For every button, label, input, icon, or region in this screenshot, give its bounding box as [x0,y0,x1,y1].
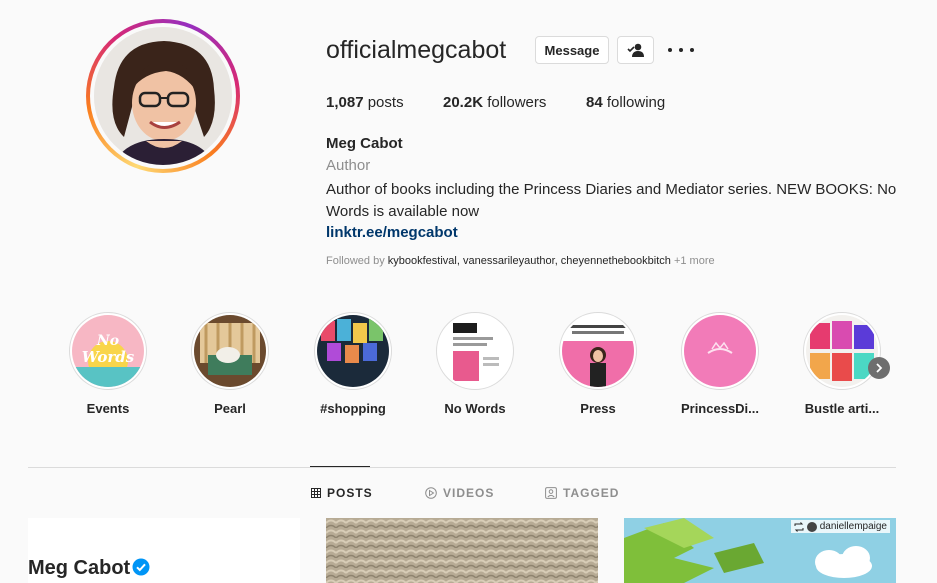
tab-tagged[interactable]: TAGGED [545,486,619,500]
highlight-pearl[interactable]: Pearl [175,312,285,416]
avatar[interactable] [94,27,232,165]
following-count: 84 [586,94,603,111]
following-button[interactable] [617,36,654,64]
followers-label: followers [487,94,547,111]
post-title-text: Meg Cabot [28,557,131,579]
highlight-ring: No Words [69,312,147,390]
highlight-no-words[interactable]: No Words [420,312,530,416]
posts-count: 1,087 [326,94,364,111]
highlight-label: Events [86,401,130,416]
highlight-label: Press [580,401,616,416]
verified-badge-icon [132,558,150,576]
followed-by-names[interactable]: kybookfestival, vanessarileyauthor, chey… [388,255,671,267]
no-words-cover-icon: No Words [72,315,144,387]
highlight-label: #shopping [320,401,386,416]
highlights-next-button[interactable] [868,357,890,379]
following-stat[interactable]: 84 following [586,94,665,111]
dot-icon [679,48,683,52]
highlight-press[interactable]: Press [543,312,653,416]
profile-avatar-ring[interactable] [86,19,240,173]
dot-icon [690,48,694,52]
highlight-label: PrincessDi... [680,401,760,416]
tag-icon [545,487,557,499]
highlight-shopping[interactable]: #shopping [298,312,408,416]
highlight-events[interactable]: No Words Events [53,312,163,416]
tab-label: POSTS [327,486,373,500]
more-options-button[interactable] [668,40,694,60]
followed-by-prefix: Followed by [326,255,385,267]
username: officialmegcabot [326,36,507,64]
highlight-label: Pearl [214,401,246,416]
chevron-right-icon [876,363,883,373]
category-label: Author [326,157,371,174]
tab-label: VIDEOS [443,486,495,500]
highlight-label: Bustle arti... [804,401,880,416]
message-button[interactable]: Message [535,36,609,64]
play-icon [425,487,437,499]
dot-icon [668,48,672,52]
highlight-princess-diaries[interactable]: PrincessDi... [665,312,775,416]
post-tile[interactable]: daniellempaige [624,518,896,583]
press-article-icon [562,315,634,387]
tab-videos[interactable]: VIDEOS [425,486,494,500]
repost-tag: daniellempaige [790,520,890,533]
highlight-ring [436,312,514,390]
highlight-ring [803,312,881,390]
highlight-ring [191,312,269,390]
followers-stat[interactable]: 20.2K followers [443,94,546,111]
posts-count-stat: 1,087 posts [326,94,404,111]
shop-online-icon [317,315,389,387]
followed-by[interactable]: Followed by kybookfestival, vanessariley… [326,255,715,267]
followed-by-more[interactable]: +1 more [674,255,715,267]
tabs-divider [28,467,896,468]
svg-text:Words: Words [82,348,135,366]
svg-text:No: No [96,333,119,349]
grid-icon [311,488,321,498]
highlight-ring [314,312,392,390]
avatar-photo [94,27,232,165]
followers-count: 20.2K [443,94,484,111]
post-tile[interactable]: Meg Cabot [28,518,300,583]
user-avatar-icon [806,521,817,532]
active-tab-indicator [310,466,370,467]
highlight-label: No Words [444,401,506,416]
bio-link[interactable]: linktr.ee/megcabot [326,224,458,241]
post-tile[interactable] [326,518,598,583]
dog-on-chair-icon [194,315,266,387]
highlight-ring [681,312,759,390]
posts-label: posts [367,94,404,111]
princess-pink-icon [684,315,756,387]
book-cover-icon [439,315,511,387]
woven-texture-image [326,518,598,583]
full-name: Meg Cabot [326,135,403,152]
tab-label: TAGGED [563,486,620,500]
bustle-collage-icon [806,315,878,387]
repost-username: daniellempaige [819,521,887,532]
user-check-icon [626,43,644,57]
tab-posts[interactable]: POSTS [311,486,373,500]
bio-text: Author of books including the Princess D… [326,181,897,220]
highlight-ring [559,312,637,390]
following-label: following [606,94,666,111]
repost-icon [794,521,804,532]
